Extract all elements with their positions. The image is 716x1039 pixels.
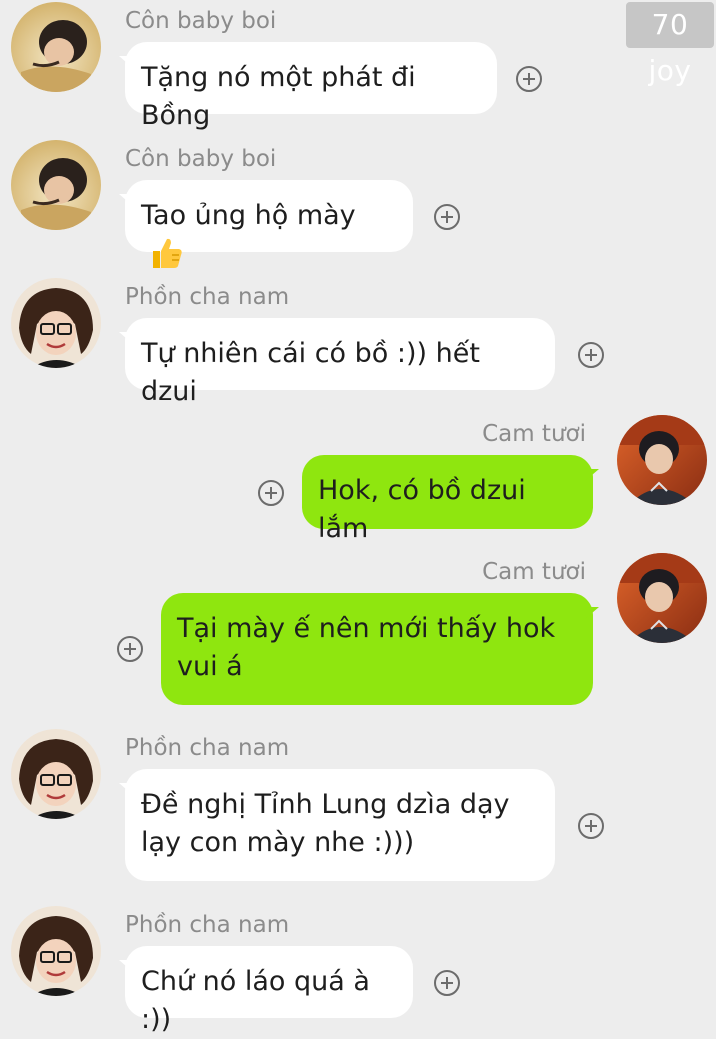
sender-name: Phồn cha nam: [125, 735, 290, 761]
sender-name: Côn baby boi: [125, 146, 277, 172]
avatar[interactable]: [11, 2, 101, 92]
message-text: Đề nghị Tỉnh Lung dzìa dạy lạy con mày n…: [141, 789, 510, 858]
add-reaction-icon[interactable]: [434, 204, 460, 230]
message-bubble[interactable]: Tao ủng hộ mày: [119, 180, 413, 268]
watermark: 70 joy: [626, 2, 714, 87]
sender-name: Côn baby boi: [125, 8, 277, 34]
sender-name: Phồn cha nam: [125, 284, 290, 310]
add-reaction-icon[interactable]: [578, 813, 604, 839]
sender-name: Cam tươi: [482, 421, 586, 447]
avatar[interactable]: [11, 729, 101, 819]
message-text: Tự nhiên cái có bồ :)) hết dzui: [141, 338, 480, 407]
thumbs-up-emoji: [149, 235, 185, 282]
message-text: Tại mày ế nên mới thấy hok vui á: [177, 613, 556, 682]
avatar[interactable]: [11, 278, 101, 368]
message-bubble[interactable]: Hok, có bồ dzui lắm: [302, 455, 599, 544]
message-bubble[interactable]: Tặng nó một phát đi Bồng: [119, 42, 497, 131]
add-reaction-icon[interactable]: [117, 636, 143, 662]
message-text: Chứ nó láo quá à :)): [141, 966, 370, 1035]
message-bubble[interactable]: Chứ nó láo quá à :)): [119, 946, 413, 1035]
message-bubble[interactable]: Tự nhiên cái có bồ :)) hết dzui: [119, 318, 555, 407]
add-reaction-icon[interactable]: [578, 342, 604, 368]
message-bubble[interactable]: Tại mày ế nên mới thấy hok vui á: [161, 593, 599, 705]
message-bubble[interactable]: Đề nghị Tỉnh Lung dzìa dạy lạy con mày n…: [119, 769, 555, 881]
avatar[interactable]: [11, 906, 101, 996]
avatar[interactable]: [617, 553, 707, 643]
avatar[interactable]: [11, 140, 101, 230]
message-text: Tao ủng hộ mày: [141, 200, 356, 231]
sender-name: Phồn cha nam: [125, 912, 290, 938]
message-text: Tặng nó một phát đi Bồng: [141, 62, 416, 131]
sender-name: Cam tươi: [482, 559, 586, 585]
avatar[interactable]: [617, 415, 707, 505]
add-reaction-icon[interactable]: [258, 480, 284, 506]
add-reaction-icon[interactable]: [434, 970, 460, 996]
message-text: Hok, có bồ dzui lắm: [318, 475, 526, 544]
add-reaction-icon[interactable]: [516, 66, 542, 92]
